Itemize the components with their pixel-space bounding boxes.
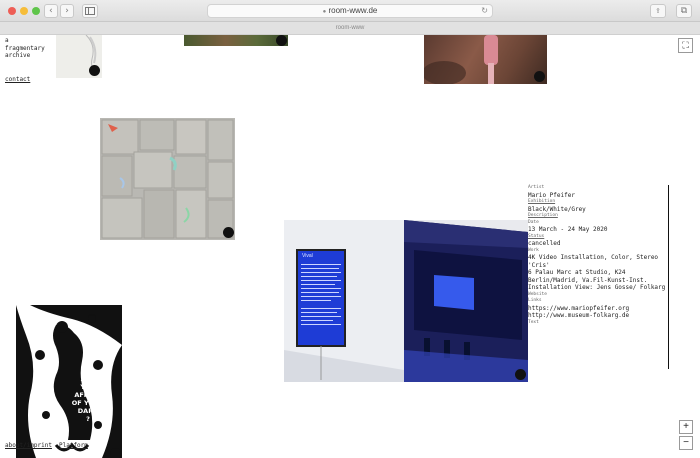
- photo-top-right[interactable]: [424, 35, 547, 84]
- tab-bar: room-www: [0, 22, 700, 35]
- zoom-out-button[interactable]: −: [679, 436, 693, 450]
- share-button[interactable]: ⇪: [650, 4, 666, 18]
- cardboard-painting[interactable]: [100, 118, 235, 240]
- photo-top-left[interactable]: [184, 35, 288, 46]
- minimize-window-button[interactable]: [20, 7, 28, 15]
- info-value-exhibition: Black/White/Grey: [528, 205, 586, 213]
- expand-dot[interactable]: [515, 369, 526, 380]
- plus-icon: +: [683, 421, 689, 432]
- zoom-in-button[interactable]: +: [679, 420, 693, 434]
- expand-dot[interactable]: [89, 65, 100, 76]
- photo-figure: [424, 35, 498, 84]
- about-imprint-link[interactable]: about/imprint: [5, 442, 52, 450]
- info-value-status: cancelled: [528, 240, 561, 247]
- fullscreen-icon: ⛶: [682, 40, 689, 50]
- fullscreen-button[interactable]: ⛶: [678, 38, 693, 53]
- back-button[interactable]: ‹: [44, 4, 58, 18]
- reload-icon[interactable]: ↻: [481, 5, 488, 17]
- chevron-right-icon: ›: [64, 6, 70, 16]
- info-value-location: Berlin/Madrid, Va.Fil-Kunst-Inst.: [528, 276, 648, 284]
- platform-link[interactable]: Platform: [59, 442, 88, 450]
- expand-dot[interactable]: [534, 71, 545, 82]
- new-tab-button[interactable]: ⧉: [676, 4, 692, 18]
- screen-title: Vival: [302, 253, 313, 259]
- share-icon: ⇪: [655, 6, 661, 16]
- sidebar-button[interactable]: [82, 4, 98, 18]
- peacock-poster[interactable]: ARE YOU AFRAID OF YOUR DARK ?: [16, 305, 122, 458]
- expand-dot[interactable]: [223, 227, 234, 238]
- url-text: room-www.de: [328, 6, 378, 15]
- installation-photo[interactable]: Vival: [284, 220, 528, 382]
- expand-dot[interactable]: [88, 315, 96, 323]
- info-link-museum-site[interactable]: http://www.museum-folkarg.de: [528, 312, 668, 320]
- web-page: a fragmentary archive contact Vival Arti…: [0, 35, 700, 458]
- poster-text: ARE YOU AFRAID OF YOUR DARK ?: [71, 375, 105, 423]
- tab-title[interactable]: room-www: [336, 25, 365, 31]
- info-value-venue: 6 Palau Marc at Studio, K24: [528, 269, 626, 276]
- expand-dot[interactable]: [110, 448, 121, 458]
- forward-button[interactable]: ›: [60, 4, 74, 18]
- info-value-work-title: 'Cris': [528, 261, 550, 269]
- info-value-artist: Mario Pfeifer: [528, 191, 575, 199]
- site-title: a fragmentary archive: [5, 37, 45, 59]
- sidebar-icon: [85, 7, 95, 15]
- installation-image: [284, 220, 528, 382]
- artwork-info-panel: Artist Mario Pfeifer Exhibition Black/Wh…: [528, 185, 669, 369]
- info-value-work: 4K Video Installation, Color, Stereo: [528, 254, 659, 261]
- info-label-text: Text: [528, 319, 539, 325]
- tabs-icon: ⧉: [680, 6, 688, 16]
- expand-dot[interactable]: [276, 35, 287, 46]
- cardboard-image: [101, 119, 234, 239]
- info-value-date: 13 March - 24 May 2020: [528, 226, 608, 233]
- maximize-window-button[interactable]: [32, 7, 40, 15]
- address-bar[interactable]: ● room-www.de ↻: [207, 4, 493, 18]
- minus-icon: −: [683, 437, 689, 448]
- info-value-credit: Installation View: Jens Gosse/ Folkarg: [528, 284, 666, 291]
- lock-icon: ●: [322, 9, 327, 15]
- chevron-left-icon: ‹: [48, 6, 54, 16]
- browser-toolbar: ‹ › ● room-www.de ↻ ⇪ ⧉: [0, 0, 700, 22]
- close-window-button[interactable]: [8, 7, 16, 15]
- contact-link[interactable]: contact: [5, 76, 30, 84]
- info-link-artist-site[interactable]: https://www.mariopfeifer.org: [528, 305, 668, 313]
